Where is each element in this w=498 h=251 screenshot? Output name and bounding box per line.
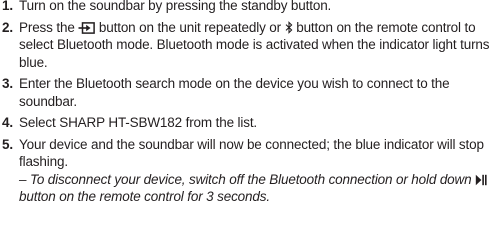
note-text-part: button on the remote control for 3 secon… [19, 189, 270, 204]
step-2: 2. Press the button on the unit repeated… [0, 19, 498, 72]
step-1: 1. Turn on the soundbar by pressing the … [0, 0, 498, 15]
step-number: 2. [2, 19, 13, 35]
step-text: Turn on the soundbar by pressing the sta… [19, 0, 332, 13]
step-text: Select SHARP HT-SBW182 from the list. [19, 115, 258, 130]
step-number: 5. [2, 136, 13, 152]
bluetooth-icon [285, 20, 293, 34]
step-4: 4. Select SHARP HT-SBW182 from the list. [0, 114, 498, 132]
step-text-part: button on the unit repeatedly or [98, 19, 281, 35]
note-text-part: – To disconnect your device, switch off … [19, 171, 472, 187]
bluetooth-pairing-steps: 1. Turn on the soundbar by pressing the … [0, 0, 498, 206]
source-input-icon [78, 21, 96, 34]
step-text-part: Press the [19, 19, 75, 35]
step-5: 5. Your device and the soundbar will now… [0, 136, 498, 206]
step-number: 4. [2, 115, 13, 130]
step-number: 1. [2, 0, 13, 13]
step-3: 3. Enter the Bluetooth search mode on th… [0, 75, 498, 110]
step-number: 3. [2, 76, 13, 91]
step-text: Your device and the soundbar will now be… [19, 136, 484, 170]
play-pause-icon [475, 174, 487, 186]
step-text: Enter the Bluetooth search mode on the d… [19, 76, 450, 109]
disconnect-note: – To disconnect your device, switch off … [19, 171, 498, 206]
